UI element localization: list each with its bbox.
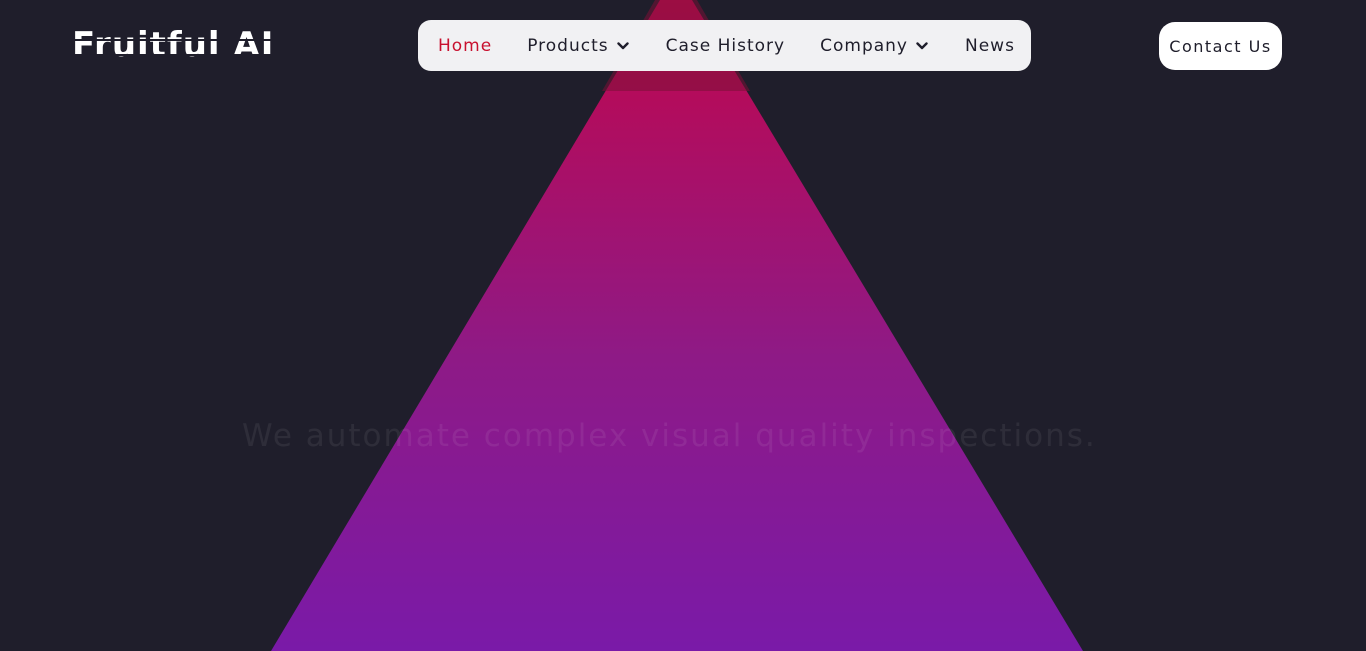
nav-item-label: Case History (665, 35, 786, 56)
chevron-down-icon (616, 41, 629, 49)
nav-item-case-history[interactable]: Case History (666, 36, 786, 56)
logo[interactable]: Fruitful AI (72, 26, 274, 64)
nav-item-home[interactable]: Home (438, 36, 492, 56)
nav-item-label: News (964, 35, 1015, 56)
nav-item-news[interactable]: News (965, 36, 1015, 56)
contact-us-button[interactable]: Contact Us (1159, 22, 1282, 70)
nav-item-label: Company (820, 35, 908, 56)
nav-item-label: Products (527, 35, 609, 56)
main-nav: Home Products Case History Company News (418, 20, 1031, 71)
nav-item-label: Home (438, 35, 493, 56)
chevron-down-icon (916, 41, 928, 49)
nav-item-company[interactable]: Company (820, 36, 928, 56)
hero-light-beam (271, 0, 1083, 651)
page: Fruitful AI Home Products Case History C… (0, 0, 1366, 651)
nav-item-products[interactable]: Products (527, 35, 629, 56)
hero-tagline: We automate complex visual quality inspe… (242, 418, 1097, 454)
